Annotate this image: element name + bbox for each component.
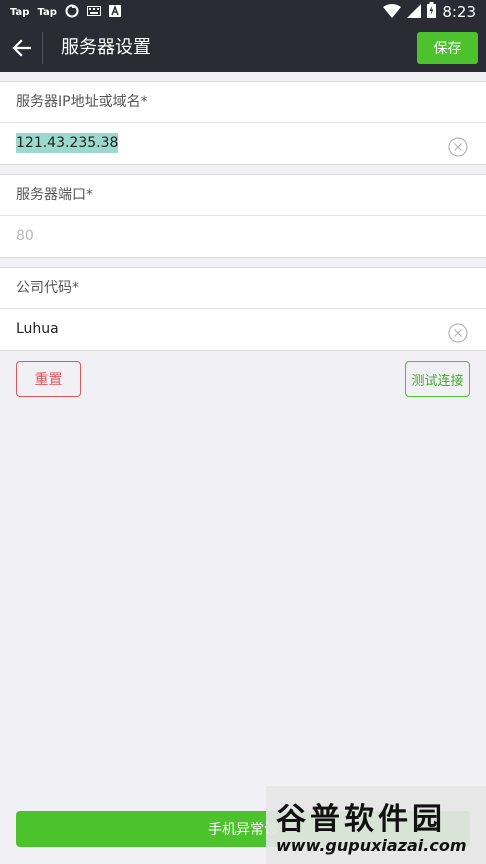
status-bar-system: 8:23 — [383, 2, 476, 22]
server-address-section: 服务器IP地址或域名* 121.43.235.38 — [0, 81, 486, 165]
company-code-label: 公司代码* — [0, 268, 486, 309]
keyboard-icon — [86, 6, 101, 19]
test-connection-button[interactable]: 测试连接 — [405, 361, 470, 397]
server-port-label: 服务器端口* — [0, 175, 486, 216]
taptap-app-label: Tap — [37, 7, 57, 18]
server-port-placeholder: 80 — [16, 228, 34, 244]
company-code-input[interactable]: Luhua — [0, 309, 486, 350]
server-port-section: 服务器端口* 80 — [0, 174, 486, 258]
watermark-name: 谷普软件园 — [276, 802, 446, 837]
back-arrow-icon[interactable] — [10, 36, 34, 60]
server-address-label: 服务器IP地址或域名* — [0, 82, 486, 123]
watermark-url: www.gupuxiazai.com — [276, 836, 467, 855]
server-address-input[interactable]: 121.43.235.38 — [0, 123, 486, 164]
reset-button[interactable]: 重置 — [16, 361, 81, 397]
watermark: 谷普软件园 www.gupuxiazai.com — [266, 786, 486, 864]
signal-icon — [407, 3, 422, 22]
company-code-value: Luhua — [16, 321, 59, 337]
clear-icon[interactable] — [448, 133, 468, 157]
battery-icon — [427, 2, 437, 22]
app-bar-divider — [42, 32, 43, 64]
company-code-section: 公司代码* Luhua — [0, 267, 486, 351]
app-bar: 服务器设置 保存 — [0, 24, 486, 72]
wifi-icon — [383, 3, 402, 22]
clear-icon[interactable] — [448, 319, 468, 343]
status-time: 8:23 — [442, 3, 476, 21]
status-bar-notifications: Tap Tap — [10, 4, 121, 21]
sync-icon — [65, 4, 79, 21]
server-port-input[interactable]: 80 — [0, 216, 486, 257]
status-bar: Tap Tap 8:23 — [0, 0, 486, 24]
a-icon — [108, 5, 121, 20]
page-title: 服务器设置 — [61, 37, 151, 58]
server-address-value: 121.43.235.38 — [16, 133, 119, 153]
taptap-app-label: Tap — [10, 7, 30, 18]
save-button[interactable]: 保存 — [417, 32, 478, 64]
